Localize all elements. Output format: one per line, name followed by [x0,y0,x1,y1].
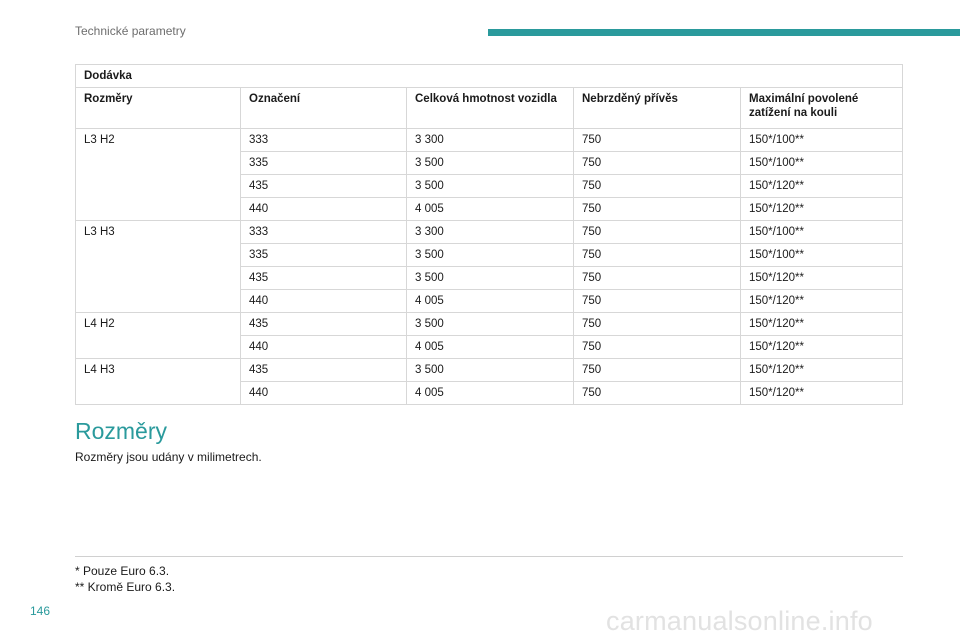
cell-gross-weight: 4 005 [406,381,574,405]
cell-designation: 440 [240,289,407,313]
cell-designation: 333 [240,220,407,244]
cell-designation: 440 [240,335,407,359]
cell-gross-weight: 4 005 [406,289,574,313]
cell-designation: 440 [240,381,407,405]
cell-gross-weight: 3 500 [406,266,574,290]
cell-dimension: L3 H2 [75,128,241,221]
cell-designation: 335 [240,243,407,267]
page-header-title: Technické parametry [75,24,186,38]
cell-max-ball-load: 150*/120** [740,197,903,221]
cell-gross-weight: 3 300 [406,128,574,152]
cell-max-ball-load: 150*/120** [740,174,903,198]
table-caption: Dodávka [75,64,903,88]
header-designation: Označení [240,87,407,129]
cell-max-ball-load: 150*/120** [740,381,903,405]
cell-gross-weight: 3 500 [406,151,574,175]
footnote-1: * Pouze Euro 6.3. [75,564,170,578]
cell-max-ball-load: 150*/100** [740,151,903,175]
cell-dimension: L4 H3 [75,358,241,405]
cell-designation: 435 [240,174,407,198]
cell-dimension: L4 H2 [75,312,241,359]
cell-max-ball-load: 150*/120** [740,289,903,313]
cell-unbraked-trailer: 750 [573,358,741,382]
cell-designation: 435 [240,358,407,382]
cell-gross-weight: 3 300 [406,220,574,244]
cell-dimension: L3 H3 [75,220,241,313]
cell-designation: 440 [240,197,407,221]
header-dimensions: Rozměry [75,87,241,129]
header-max-ball-load: Maximální povolené zatížení na kouli [740,87,903,129]
cell-max-ball-load: 150*/100** [740,220,903,244]
cell-max-ball-load: 150*/120** [740,358,903,382]
footnote-divider [75,556,903,557]
cell-max-ball-load: 150*/100** [740,128,903,152]
cell-gross-weight: 3 500 [406,243,574,267]
header-gross-weight: Celková hmotnost vozidla [406,87,574,129]
table-row: L3 H3 333 3 300 750 150*/100** [75,220,903,313]
cell-max-ball-load: 150*/120** [740,266,903,290]
table-body: L3 H2 333 3 300 750 150*/100** 335 3 500 750 150… [75,128,903,405]
cell-gross-weight: 4 005 [406,197,574,221]
cell-unbraked-trailer: 750 [573,128,741,152]
table-row: L4 H3 435 3 500 750 150*/120** [75,358,903,405]
section-text: Rozměry jsou udány v milimetrech. [75,450,262,464]
header-unbraked-trailer: Nebrzděný přívěs [573,87,741,129]
section-title: Rozměry [75,418,168,444]
cell-designation: 435 [240,266,407,290]
table-header-row: Rozměry Označení Celková hmotnost vozidl… [75,87,903,129]
cell-unbraked-trailer: 750 [573,312,741,336]
cell-unbraked-trailer: 750 [573,174,741,198]
cell-unbraked-trailer: 750 [573,335,741,359]
watermark: carmanualsonline.info [606,606,873,636]
cell-designation: 435 [240,312,407,336]
spec-table: Dodávka Rozměry Označení Celková hmotnos… [75,64,903,405]
cell-gross-weight: 4 005 [406,335,574,359]
cell-max-ball-load: 150*/100** [740,243,903,267]
cell-unbraked-trailer: 750 [573,197,741,221]
cell-designation: 333 [240,128,407,152]
table-row: L3 H2 333 3 300 750 150*/100** [75,128,903,221]
cell-unbraked-trailer: 750 [573,289,741,313]
page-number: 146 [30,604,51,618]
footnote-2: ** Kromě Euro 6.3. [75,580,176,594]
cell-max-ball-load: 150*/120** [740,335,903,359]
cell-designation: 335 [240,151,407,175]
cell-unbraked-trailer: 750 [573,220,741,244]
cell-unbraked-trailer: 750 [573,266,741,290]
cell-max-ball-load: 150*/120** [740,312,903,336]
header-accent-bar [488,29,960,36]
cell-unbraked-trailer: 750 [573,151,741,175]
table-row: L4 H2 435 3 500 750 150*/120** [75,312,903,359]
cell-gross-weight: 3 500 [406,312,574,336]
cell-unbraked-trailer: 750 [573,243,741,267]
cell-gross-weight: 3 500 [406,174,574,198]
cell-unbraked-trailer: 750 [573,381,741,405]
cell-gross-weight: 3 500 [406,358,574,382]
